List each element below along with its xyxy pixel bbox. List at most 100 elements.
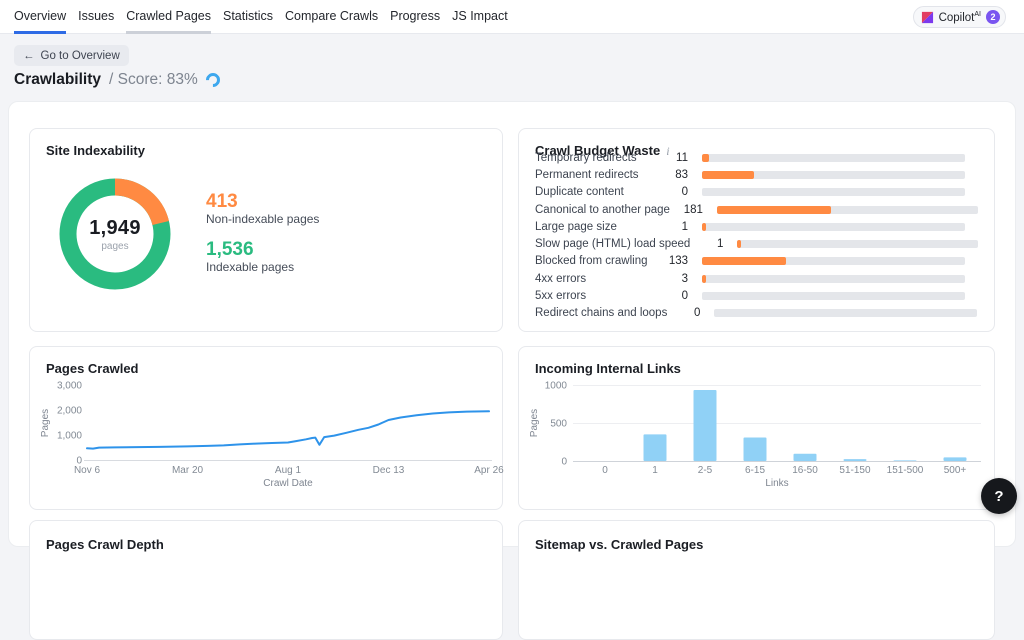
card-title: Site Indexability <box>46 143 145 158</box>
budget-row-value: 0 <box>693 307 701 320</box>
budget-row-value: 11 <box>676 151 688 164</box>
svg-text:Mar 20: Mar 20 <box>172 465 204 476</box>
tab-crawled-pages[interactable]: Crawled Pages <box>126 0 211 34</box>
pages-crawled-card: Pages Crawled 0 1,000 2,000 3,000 Nov 6 Mar 2… <box>29 346 504 510</box>
indexable-value: 1,536 <box>206 239 254 260</box>
top-nav: Overview Issues Crawled Pages Statistics Com… <box>0 0 1024 34</box>
svg-text:Links: Links <box>765 478 788 489</box>
budget-row-bar <box>702 153 965 162</box>
budget-row-label: 4xx errors <box>535 272 587 285</box>
card-title: Sitemap vs. Crawled Pages <box>535 537 704 552</box>
svg-text:51-150: 51-150 <box>839 465 871 476</box>
svg-text:3,000: 3,000 <box>57 381 82 392</box>
crawl-budget-rows: Temporary redirects 11 Permanent redirects… <box>535 149 978 322</box>
svg-text:1: 1 <box>652 465 658 476</box>
svg-text:0: 0 <box>602 465 608 476</box>
go-to-overview-button[interactable]: ← Go to Overview <box>14 45 129 66</box>
budget-row: Canonical to another page 181 <box>535 201 978 218</box>
svg-text:0: 0 <box>561 457 567 468</box>
budget-row-bar <box>702 222 965 231</box>
svg-text:2-5: 2-5 <box>698 465 713 476</box>
budget-row-value: 0 <box>681 186 688 199</box>
svg-text:16-50: 16-50 <box>792 465 818 476</box>
budget-row-value: 181 <box>683 203 703 216</box>
budget-row: Duplicate content 0 <box>535 184 978 201</box>
incoming-internal-links-card: Incoming Internal Links 0 500 1000 0 1 2-5 6-1… <box>518 346 995 510</box>
loading-spinner-icon <box>202 70 223 90</box>
budget-row-bar <box>702 292 965 301</box>
svg-text:2,000: 2,000 <box>57 406 82 417</box>
svg-text:Pages: Pages <box>40 409 51 437</box>
svg-text:Aug 1: Aug 1 <box>275 465 302 476</box>
budget-row: Permanent redirects 83 <box>535 166 978 183</box>
budget-row-bar <box>714 309 978 318</box>
budget-row-bar <box>702 257 965 266</box>
budget-row-value: 83 <box>675 168 688 181</box>
budget-row-value: 0 <box>681 290 688 303</box>
budget-row-label: 5xx errors <box>535 290 587 303</box>
svg-text:Crawl Date: Crawl Date <box>263 478 313 489</box>
budget-row-value: 1 <box>681 220 688 233</box>
budget-row-bar <box>737 240 978 249</box>
budget-row-bar <box>702 274 965 283</box>
arrow-left-icon: ← <box>23 49 35 62</box>
copilot-icon <box>921 11 934 24</box>
svg-text:151-500: 151-500 <box>887 465 924 476</box>
nav-tabs: Overview Issues Crawled Pages Statistics Com… <box>0 0 508 34</box>
budget-row-bar <box>702 170 965 179</box>
budget-row: Temporary redirects 11 <box>535 149 978 166</box>
tab-compare-crawls[interactable]: Compare Crawls <box>285 0 378 34</box>
crawl-budget-waste-card: Crawl Budget Waste i Temporary redirects… <box>518 128 995 332</box>
pages-crawled-line-chart: 01,0002,0003,000Nov 6 Mar 20 Aug 1 Dec 13 Ap… <box>40 381 504 490</box>
non-indexable-value: 413 <box>206 191 238 212</box>
score-label: / Score: 83% <box>109 71 198 88</box>
site-indexability-card: Site Indexability 1,949 pages 413 Non-in… <box>29 128 503 332</box>
svg-text:1000: 1000 <box>545 381 568 392</box>
budget-row-bar <box>716 205 978 214</box>
svg-text:Pages: Pages <box>529 409 540 437</box>
tab-statistics[interactable]: Statistics <box>223 0 273 34</box>
budget-row-label: Duplicate content <box>535 186 624 199</box>
budget-row: 4xx errors 3 <box>535 270 978 287</box>
donut-center-label: 1,949 pages <box>89 216 141 252</box>
tab-overview[interactable]: Overview <box>14 0 67 34</box>
svg-text:Apr 26: Apr 26 <box>474 465 504 476</box>
non-indexable-label: Non-indexable pages <box>206 212 320 226</box>
sitemap-vs-crawled-card: Sitemap vs. Crawled Pages <box>518 520 995 640</box>
svg-text:Nov 6: Nov 6 <box>74 465 101 476</box>
budget-row-label: Large page size <box>535 220 617 233</box>
budget-row: Blocked from crawling 133 <box>535 253 978 270</box>
pages-crawl-depth-card: Pages Crawl Depth <box>29 520 503 640</box>
tab-js-impact[interactable]: JS Impact <box>452 0 508 34</box>
card-title: Pages Crawl Depth <box>46 537 164 552</box>
budget-row-label: Temporary redirects <box>535 151 637 164</box>
budget-row-label: Permanent redirects <box>535 168 639 181</box>
budget-row: Slow page (HTML) load speed 1 <box>535 235 978 252</box>
budget-row-bar <box>702 188 965 197</box>
main-panel: Site Indexability 1,949 pages 413 Non-in… <box>8 101 1016 640</box>
copilot-badge: 2 <box>986 10 1000 24</box>
budget-row-label: Blocked from crawling <box>535 255 648 268</box>
budget-row-value: 3 <box>681 272 688 285</box>
tab-progress[interactable]: Progress <box>390 0 440 34</box>
budget-row-label: Redirect chains and loops <box>535 307 668 320</box>
tab-issues[interactable]: Issues <box>78 0 114 34</box>
budget-row-label: Slow page (HTML) load speed <box>535 238 691 251</box>
copilot-button[interactable]: CopilotAI 2 <box>912 6 1006 28</box>
budget-row-value: 133 <box>668 255 688 268</box>
copilot-label: CopilotAI <box>938 10 981 24</box>
indexability-legend: 413 Non-indexable pages 1,536 Indexable … <box>206 191 319 287</box>
page-title-text: Crawlability <box>14 71 101 88</box>
budget-row-label: Canonical to another page <box>535 203 670 216</box>
budget-row-value: 1 <box>716 238 724 251</box>
svg-text:500+: 500+ <box>944 465 967 476</box>
svg-text:500: 500 <box>550 419 567 430</box>
page-title: Crawlability / Score: 83% <box>14 70 223 90</box>
budget-row: Large page size 1 <box>535 218 978 235</box>
help-button[interactable]: ? <box>981 478 1017 514</box>
incoming-links-bar-chart: 0 500 1000 0 1 2-5 6-15 16-50 51-150 151-500 500+ L… <box>529 381 981 489</box>
svg-text:1,000: 1,000 <box>57 431 82 442</box>
indexable-label: Indexable pages <box>206 260 295 274</box>
budget-row: Redirect chains and loops 0 <box>535 305 978 322</box>
svg-text:6-15: 6-15 <box>745 465 765 476</box>
